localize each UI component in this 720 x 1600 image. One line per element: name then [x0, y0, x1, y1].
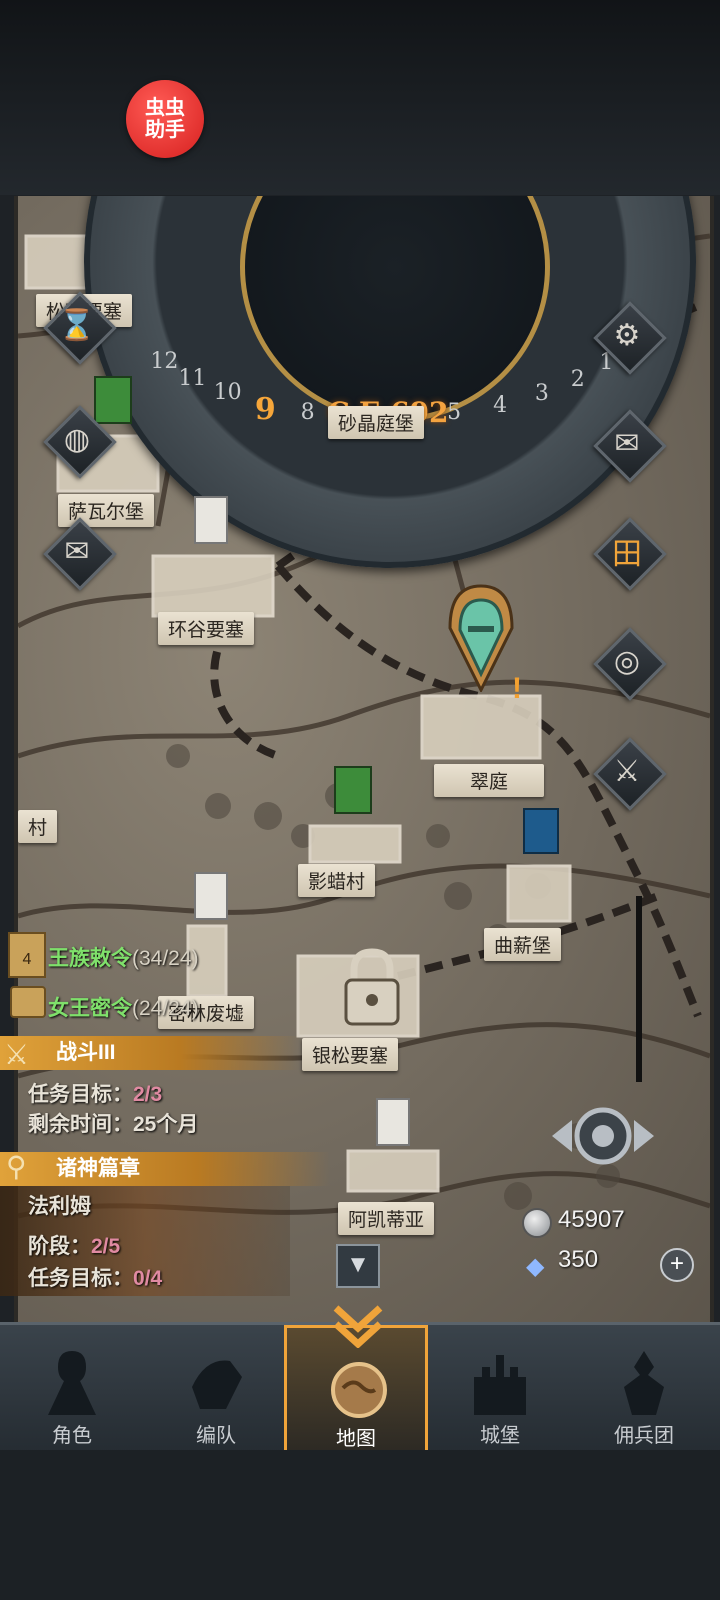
castle-label[interactable]: 银松要塞 — [302, 1038, 399, 1071]
royal-edict-count: (34/24) — [132, 947, 199, 970]
castle-label[interactable]: 砂晶庭堡 — [328, 406, 425, 439]
white-banner-icon — [194, 496, 228, 544]
royal-edict-badge: 4 — [22, 951, 32, 968]
grid-button[interactable]: 田 — [593, 517, 667, 591]
knight-icon: ⚔ — [613, 754, 641, 788]
player-marker-icon[interactable] — [446, 582, 516, 694]
side-button-bag[interactable]: ◍ — [43, 405, 117, 479]
queen-order-icon — [10, 986, 46, 1018]
gods-target-value: 0/4 — [133, 1267, 163, 1290]
tab-formation-label: 编队 — [196, 1425, 236, 1447]
crystal-icon: ◆ — [526, 1253, 545, 1280]
white-banner-icon — [376, 1098, 410, 1146]
knight-button[interactable]: ⚔ — [593, 737, 667, 811]
status-area — [0, 0, 720, 195]
queen-order-count: (24/24) — [132, 997, 199, 1020]
castle-label[interactable]: 环谷要塞 — [158, 612, 255, 645]
globe-icon — [331, 1362, 387, 1418]
side-button-scroll[interactable]: ✉ — [43, 517, 117, 591]
gods-stage-row: 阶段：2/5 — [28, 1230, 120, 1260]
calendar-month-8: 8 — [300, 399, 315, 425]
battle-time-label: 剩余时间： — [28, 1113, 133, 1136]
castle-label[interactable]: 阿凯蒂亚 — [338, 1202, 435, 1235]
gods-stage-value: 2/5 — [91, 1235, 121, 1258]
gods-quest-title: 诸神篇章 — [56, 1157, 140, 1180]
scroll-rail[interactable] — [636, 896, 642, 1082]
bag-icon: ◍ — [63, 422, 91, 456]
scroll-icon: ✉ — [64, 534, 90, 568]
forest-banner-icon — [334, 766, 372, 814]
calendar-month-3: 3 — [534, 381, 549, 407]
gods-hero-name: 法利姆 — [28, 1195, 91, 1218]
grid-icon: 田 — [612, 538, 642, 571]
battle-time-value: 25个月 — [133, 1113, 199, 1136]
royal-edict-label: 王族敕令 — [48, 947, 132, 970]
mail-icon: ✉ — [614, 426, 640, 460]
tab-character[interactable]: 角色 — [0, 1325, 144, 1453]
system-area — [0, 1450, 720, 1600]
silver-coin-icon — [522, 1208, 552, 1238]
gods-target-label: 任务目标： — [28, 1267, 133, 1290]
battle-quest-header[interactable]: 战斗III — [0, 1036, 300, 1070]
overlay-badge-text: 虫虫助手 — [145, 97, 185, 141]
calendar-month-12: 12 — [150, 348, 179, 374]
side-button-hourglass[interactable]: ⌛ — [43, 291, 117, 365]
tab-character-label: 角色 — [52, 1425, 92, 1447]
tab-mercenary-label: 佣兵团 — [614, 1425, 674, 1447]
mercenary-icon — [624, 1351, 664, 1415]
gods-quest-header[interactable]: 诸神篇章 — [0, 1152, 330, 1186]
castle-label[interactable]: 翠庭 — [434, 764, 545, 797]
white-banner-icon — [194, 872, 228, 920]
castle-label[interactable]: 影蜡村 — [298, 864, 376, 897]
chevron-down-icon — [332, 1304, 384, 1349]
castle-label[interactable]: 曲薪堡 — [484, 928, 562, 961]
calendar-month-2: 2 — [570, 367, 585, 393]
tab-map-label: 地图 — [336, 1428, 376, 1450]
gear-icon: ⚙ — [613, 318, 641, 352]
alert-icon: ! — [512, 672, 522, 705]
hourglass-icon: ⌛ — [58, 308, 96, 342]
battle-target-label: 任务目标： — [28, 1083, 133, 1106]
calendar-month-9: 9 — [254, 391, 276, 427]
gods-target-row: 任务目标：0/4 — [28, 1262, 162, 1292]
add-crystal-button[interactable]: + — [660, 1248, 694, 1282]
magnifier-icon: ⚲ — [6, 1151, 27, 1182]
tab-castle-label: 城堡 — [480, 1425, 520, 1447]
battle-time-row: 剩余时间：25个月 — [28, 1108, 198, 1138]
queen-order-row[interactable]: 女王密令(24/24) — [48, 992, 199, 1022]
character-icon — [48, 1351, 96, 1415]
lock-icon — [340, 948, 404, 1028]
calendar-month-4: 4 — [493, 392, 508, 418]
calendar-center — [240, 196, 550, 422]
silver-amount: 45907 — [558, 1206, 625, 1233]
crystal-amount: 350 — [558, 1246, 599, 1273]
collapse-panel-button[interactable]: ▼ — [336, 1244, 380, 1288]
locate-button[interactable] — [548, 1098, 658, 1174]
castle-label[interactable]: 村 — [18, 810, 58, 843]
tab-mercenary[interactable]: 佣兵团 — [572, 1325, 716, 1453]
mail-button[interactable]: ✉ — [593, 409, 667, 483]
battle-target-value: 2/3 — [133, 1083, 163, 1106]
coin-icon: ◎ — [613, 644, 641, 678]
gods-stage-label: 阶段： — [28, 1235, 91, 1258]
calendar-month-5: 5 — [447, 400, 462, 426]
royal-edict-row[interactable]: 王族敕令(34/24) — [48, 942, 199, 972]
battle-icon: ⚔ — [4, 1039, 30, 1070]
calendar-month-10: 10 — [213, 380, 242, 406]
royal-edict-icon: 4 — [8, 932, 46, 978]
battle-quest-title: 战斗III — [56, 1041, 116, 1064]
calendar-month-11: 11 — [178, 365, 207, 391]
castle-icon — [474, 1355, 526, 1415]
tab-castle[interactable]: 城堡 — [428, 1325, 572, 1453]
tab-formation[interactable]: 编队 — [144, 1325, 288, 1453]
queen-order-label: 女王密令 — [48, 997, 132, 1020]
bird-banner-icon — [523, 808, 559, 854]
settings-button[interactable]: ⚙ — [593, 301, 667, 375]
coin-button[interactable]: ◎ — [593, 627, 667, 701]
battle-target-row: 任务目标：2/3 — [28, 1078, 162, 1108]
formation-icon — [192, 1360, 242, 1409]
overlay-badge[interactable]: 虫虫助手 — [126, 80, 204, 158]
